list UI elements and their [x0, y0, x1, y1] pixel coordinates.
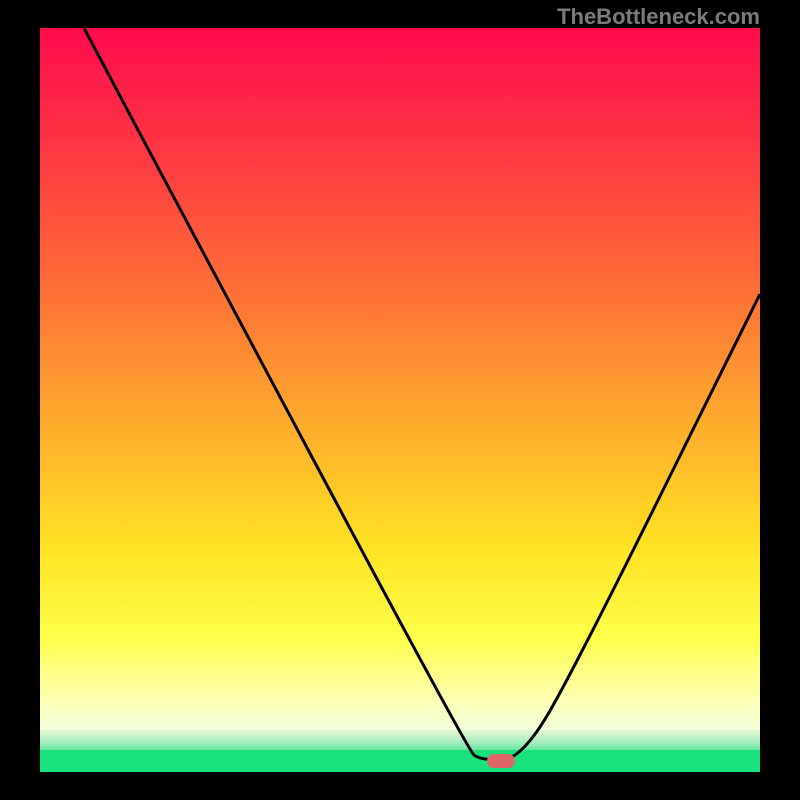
chart-frame: TheBottleneck.com	[0, 0, 800, 800]
optimum-marker	[487, 754, 515, 768]
bottleneck-curve	[84, 28, 760, 760]
plot-area	[40, 28, 760, 772]
curve-svg	[40, 28, 760, 772]
watermark-text: TheBottleneck.com	[557, 4, 760, 30]
